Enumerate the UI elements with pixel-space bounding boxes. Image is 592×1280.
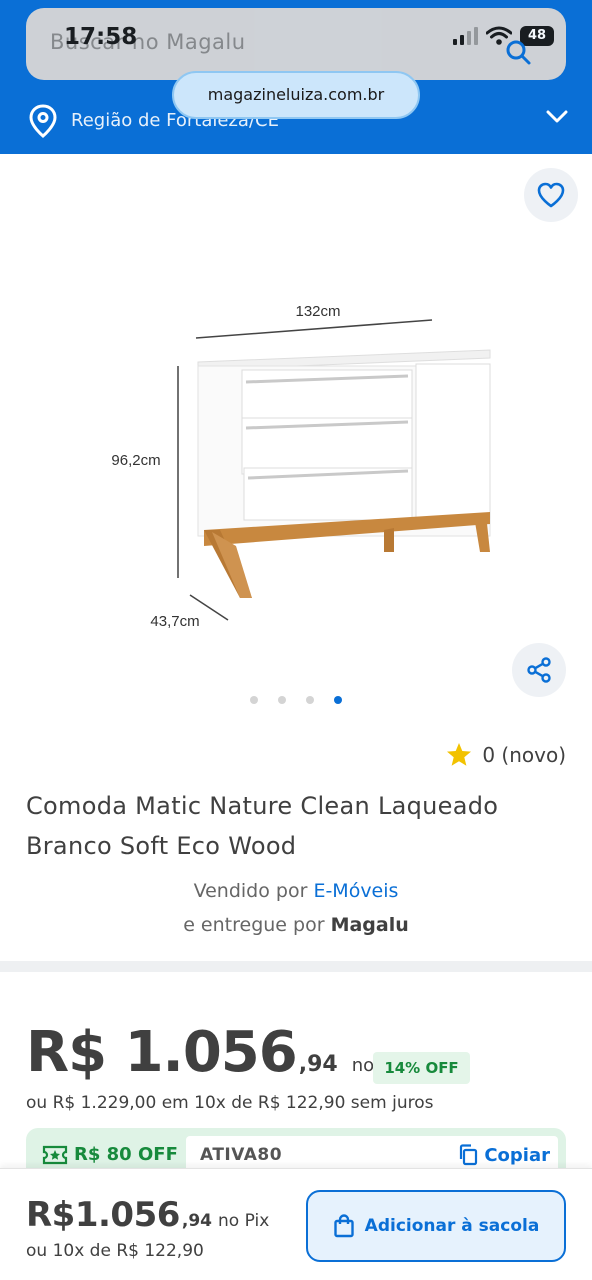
search-icon[interactable] xyxy=(504,38,532,66)
bottom-pix-label: no Pix xyxy=(218,1211,270,1231)
bottom-price-main: R$1.056 xyxy=(26,1195,180,1235)
bottom-installments: ou 10x de R$ 122,90 xyxy=(26,1241,204,1261)
sold-by-prefix: Vendido por xyxy=(193,880,308,902)
bottom-price: R$1.056 ,94 no Pix xyxy=(26,1195,269,1235)
url-bar[interactable]: magazineluiza.com.br xyxy=(172,71,420,119)
product-image[interactable]: 132cm 96,2cm 43,7cm xyxy=(100,290,520,640)
rating-text: 0 (novo) xyxy=(482,742,566,767)
location-pin-icon xyxy=(29,104,57,138)
seller-info: Vendido por E-Móveis e entregue por Maga… xyxy=(0,874,592,942)
price-main: R$ 1.056 xyxy=(26,1020,298,1085)
copy-coupon-button[interactable]: Copiar xyxy=(458,1144,550,1166)
coupon-off-label: R$ 80 OFF xyxy=(74,1144,178,1165)
dim-height-label: 96,2cm xyxy=(111,452,160,469)
coupon-code: ATIVA80 xyxy=(200,1145,283,1165)
coupon-discount: R$ 80 OFF xyxy=(42,1144,178,1165)
carousel-dot[interactable] xyxy=(250,696,258,704)
bottom-action-bar: R$1.056 ,94 no Pix ou 10x de R$ 122,90 A… xyxy=(0,1168,592,1280)
copy-label: Copiar xyxy=(484,1144,550,1166)
rating[interactable]: 0 (novo) xyxy=(446,742,566,767)
carousel-dot-active[interactable] xyxy=(334,696,342,704)
search-bar[interactable]: Buscar no Magalu 17:58 48 xyxy=(26,8,566,80)
add-to-bag-label: Adicionar à sacola xyxy=(364,1216,540,1236)
share-icon xyxy=(527,657,551,683)
heart-icon xyxy=(537,182,565,208)
header: Buscar no Magalu 17:58 48 Região de Fort… xyxy=(0,0,592,154)
add-to-bag-button[interactable]: Adicionar à sacola xyxy=(306,1190,566,1262)
ticket-icon xyxy=(42,1145,68,1164)
status-time: 17:58 xyxy=(64,24,138,50)
delivered-by-prefix: e entregue por xyxy=(183,914,325,936)
favorite-button[interactable] xyxy=(524,168,578,222)
discount-badge: 14% OFF xyxy=(373,1052,470,1084)
seller-link[interactable]: E-Móveis xyxy=(313,880,398,902)
product-title: Comoda Matic Nature Clean Laqueado Branc… xyxy=(26,792,499,860)
installments-text: ou R$ 1.229,00 em 10x de R$ 122,90 sem j… xyxy=(26,1093,434,1113)
carousel-dot[interactable] xyxy=(278,696,286,704)
shopping-bag-icon xyxy=(333,1214,354,1238)
dim-depth-label: 43,7cm xyxy=(150,613,199,630)
bottom-price-cents: ,94 xyxy=(181,1211,213,1231)
chevron-down-icon[interactable] xyxy=(546,110,568,124)
copy-icon xyxy=(460,1144,478,1166)
signal-icon xyxy=(453,27,478,45)
product-page: Buscar no Magalu 17:58 48 Região de Fort… xyxy=(0,0,592,1280)
section-divider xyxy=(0,961,592,972)
carousel-dots xyxy=(250,696,342,704)
dim-width-label: 132cm xyxy=(295,303,340,320)
price: R$ 1.056 ,94 no Pix xyxy=(26,1020,406,1085)
share-button[interactable] xyxy=(512,643,566,697)
price-cents: ,94 xyxy=(298,1052,338,1077)
delivered-by: Magalu xyxy=(330,914,409,936)
star-icon xyxy=(447,743,472,766)
carousel-dot[interactable] xyxy=(306,696,314,704)
